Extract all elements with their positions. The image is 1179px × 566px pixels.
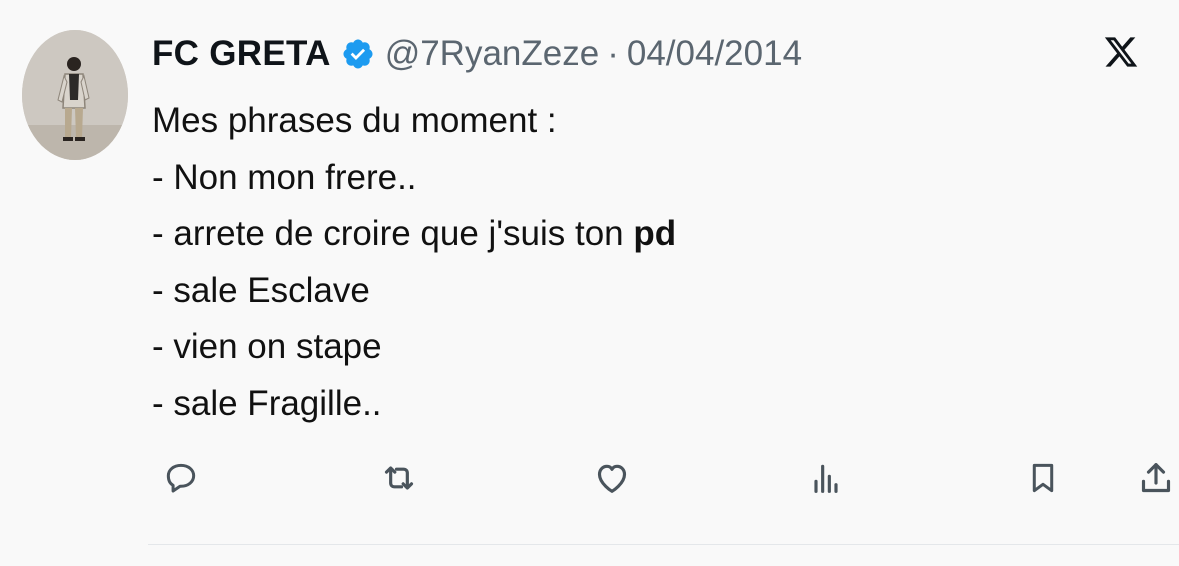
divider xyxy=(148,544,1179,545)
tweet-line-text: - arrete de croire que j'suis ton xyxy=(152,214,634,253)
tweet-line: - sale Fragille.. xyxy=(152,383,382,423)
tweet-line: - Non mon frere.. xyxy=(152,157,417,197)
tweet-line: - arrete de croire que j'suis ton pd xyxy=(152,206,676,263)
like-icon[interactable] xyxy=(589,455,635,501)
tweet-line: - vien on stape xyxy=(152,327,382,366)
retweet-icon[interactable] xyxy=(376,455,422,501)
author-handle[interactable]: @7RyanZeze xyxy=(385,34,600,74)
tweet-date[interactable]: 04/04/2014 xyxy=(627,34,802,74)
tweet-bold-word: pd xyxy=(633,214,677,253)
avatar[interactable] xyxy=(22,30,128,160)
action-bar xyxy=(0,455,1179,511)
tweet-header: FC GRETA @7RyanZeze · 04/04/2014 xyxy=(152,24,802,84)
reply-icon[interactable] xyxy=(158,455,204,501)
tweet-line: - sale Esclave xyxy=(152,270,370,310)
share-icon[interactable] xyxy=(1133,455,1179,501)
tweet-text: Mes phrases du moment : - Non mon frere.… xyxy=(152,93,676,432)
tweet-card: FC GRETA @7RyanZeze · 04/04/2014 Mes phr… xyxy=(0,0,1179,566)
tweet-line: Mes phrases du moment : xyxy=(152,101,557,140)
header-separator: · xyxy=(607,34,619,73)
verified-badge-icon xyxy=(341,37,375,71)
views-icon[interactable] xyxy=(803,455,849,501)
display-name[interactable]: FC GRETA xyxy=(152,34,331,74)
bookmark-icon[interactable] xyxy=(1020,455,1066,501)
x-logo-icon[interactable] xyxy=(1103,34,1139,70)
